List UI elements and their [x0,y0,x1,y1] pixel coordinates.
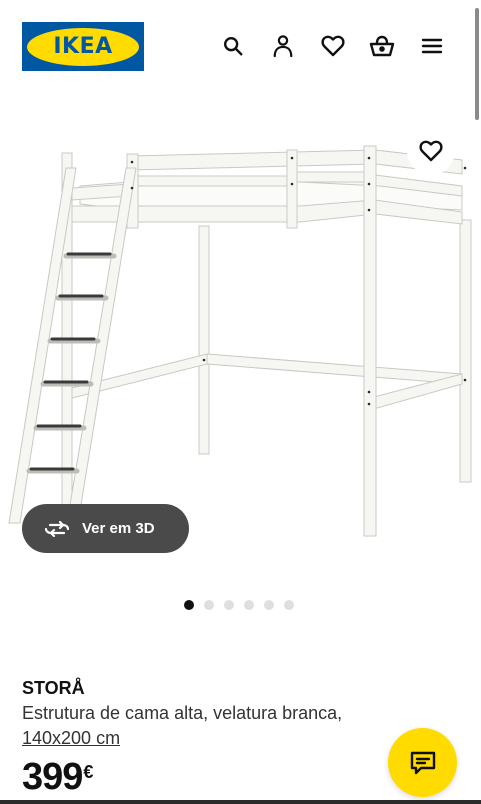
price-value: 399 [22,756,83,798]
carousel-dot[interactable] [244,600,254,610]
carousel-dot[interactable] [264,600,274,610]
page-scrollbar[interactable] [475,8,479,120]
logo-oval: IKEA [27,27,139,66]
menu-icon[interactable] [419,33,445,59]
heart-icon [419,140,443,162]
carousel-dot[interactable] [204,600,214,610]
bottom-divider [0,800,481,804]
site-header: IKEA [0,0,481,100]
chat-icon [410,751,435,774]
view-3d-button[interactable]: Ver em 3D [22,504,189,553]
user-icon[interactable] [270,33,296,59]
product-size-link[interactable]: 140x200 cm [22,728,120,749]
logo-text: IKEA [53,34,113,59]
heart-icon[interactable] [320,33,346,59]
product-name: STORÅ [22,678,85,698]
search-icon[interactable] [220,33,246,59]
ikea-logo[interactable]: IKEA [22,22,144,71]
carousel-dot[interactable] [284,600,294,610]
view-3d-label: Ver em 3D [82,520,155,537]
basket-icon[interactable] [368,33,396,59]
product-price: 399€ [22,756,93,799]
price-currency: € [83,762,93,782]
carousel-dot[interactable] [224,600,234,610]
product-description: Estrutura de cama alta, velatura branca, [22,703,343,723]
favourite-button[interactable] [407,127,455,175]
chat-button[interactable] [388,728,457,797]
image-carousel-dots [184,600,294,610]
rotate-3d-icon [44,520,70,537]
carousel-dot[interactable] [184,600,194,610]
